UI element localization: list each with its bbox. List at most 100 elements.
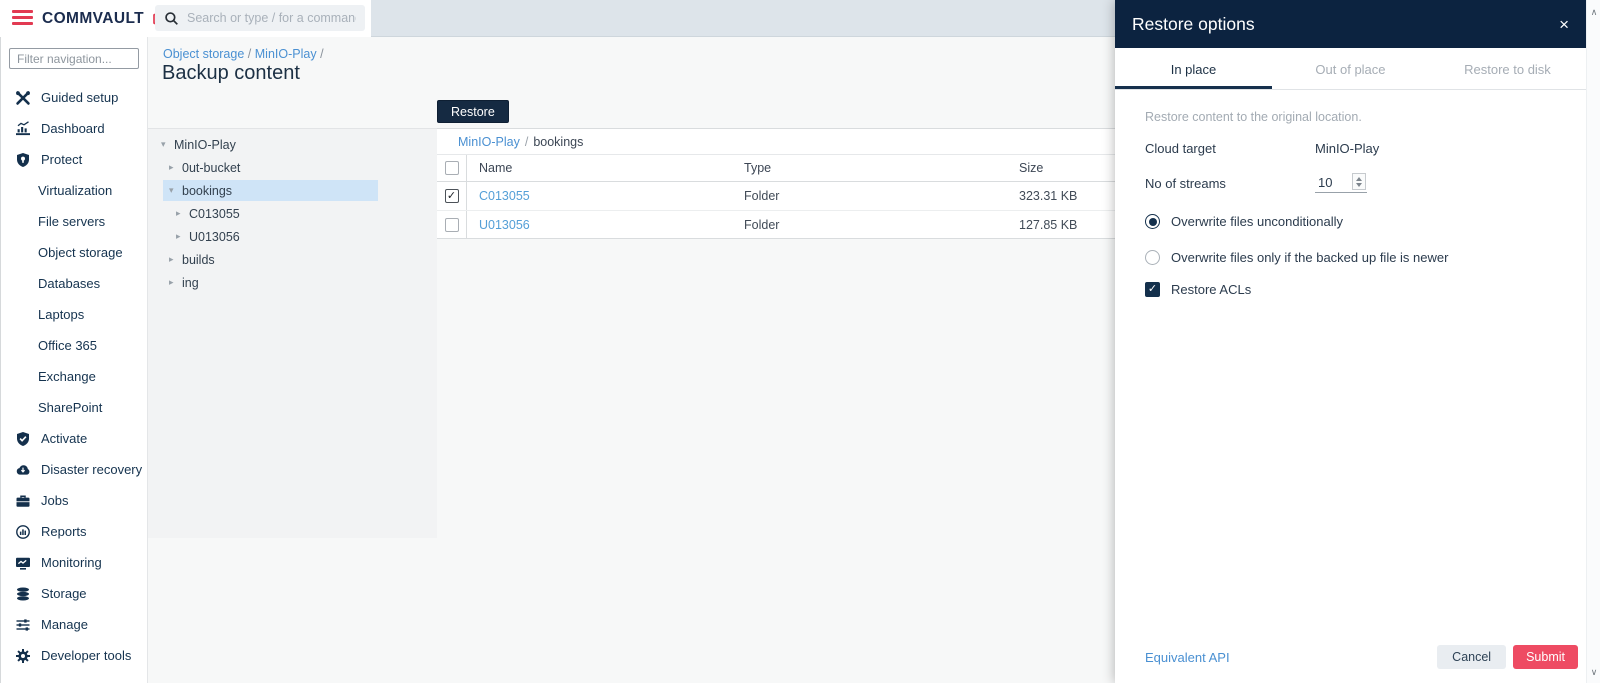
submit-button[interactable]: Submit: [1513, 645, 1578, 669]
bar-chart-icon: [14, 120, 31, 137]
global-search[interactable]: [155, 5, 365, 31]
tree-item-0ut-bucket[interactable]: ▸ 0ut-bucket: [148, 156, 437, 179]
sidebar-item-storage[interactable]: Storage: [1, 578, 147, 609]
hamburger-menu-icon[interactable]: [12, 10, 33, 26]
sidebar-item-guided-setup[interactable]: Guided setup: [1, 82, 147, 113]
sliders-icon: [14, 616, 31, 633]
tools-icon: [14, 89, 31, 106]
sidebar-item-label: SharePoint: [38, 400, 102, 415]
sidebar-item-label: Monitoring: [41, 555, 102, 570]
sidebar-item-label: File servers: [38, 214, 105, 229]
sidebar-item-label: Protect: [41, 152, 82, 167]
sidebar-item-protect[interactable]: Protect: [1, 144, 147, 175]
tree-item-builds[interactable]: ▸ builds: [148, 248, 437, 271]
chevron-down-icon[interactable]: ▾: [169, 185, 182, 196]
row-checkbox[interactable]: [445, 218, 459, 232]
tree-item-label: bookings: [182, 184, 232, 198]
number-stepper[interactable]: [1352, 173, 1366, 190]
restore-button[interactable]: Restore: [437, 100, 509, 123]
sidebar-item-jobs[interactable]: Jobs: [1, 485, 147, 516]
sidebar-item-virtualization[interactable]: Virtualization: [1, 175, 147, 206]
folder-link[interactable]: C013055: [479, 189, 530, 203]
chevron-right-icon[interactable]: ▸: [176, 208, 189, 219]
table-breadcrumb-minio-play[interactable]: MinIO-Play: [458, 135, 520, 149]
shield-icon: [14, 151, 31, 168]
sidebar-item-label: Virtualization: [38, 183, 112, 198]
checked-checkbox-icon[interactable]: [1145, 282, 1160, 297]
scroll-down-icon[interactable]: ∨: [1587, 667, 1600, 678]
tree-item-bookings[interactable]: ▾ bookings: [148, 179, 437, 202]
cancel-button[interactable]: Cancel: [1437, 645, 1506, 669]
radio-unselected-icon[interactable]: [1145, 250, 1160, 265]
scroll-up-icon[interactable]: ∧: [1587, 7, 1600, 18]
panel-tabs: In place Out of place Restore to disk: [1115, 48, 1586, 90]
sidebar-item-sharepoint[interactable]: SharePoint: [1, 392, 147, 423]
equivalent-api-link[interactable]: Equivalent API: [1145, 650, 1230, 665]
tab-out-of-place[interactable]: Out of place: [1272, 48, 1429, 89]
sidebar-item-label: Disaster recovery: [41, 462, 142, 477]
chevron-down-icon[interactable]: ▾: [161, 139, 174, 150]
row-checkbox[interactable]: [445, 189, 459, 203]
panel-title: Restore options: [1132, 14, 1255, 35]
briefcase-icon: [14, 492, 31, 509]
breadcrumb: Object storage / MinIO-Play /: [163, 47, 324, 61]
sidebar-item-reports[interactable]: Reports: [1, 516, 147, 547]
streams-field: No of streams 10: [1145, 173, 1556, 193]
sidebar-item-label: Storage: [41, 586, 87, 601]
streams-value: 10: [1318, 175, 1332, 190]
monitor-icon: [14, 554, 31, 571]
sidebar-item-exchange[interactable]: Exchange: [1, 361, 147, 392]
sidebar-item-databases[interactable]: Databases: [1, 268, 147, 299]
close-icon[interactable]: ×: [1559, 16, 1569, 33]
radio-overwrite-unconditionally[interactable]: Overwrite files unconditionally: [1145, 214, 1556, 229]
search-input[interactable]: [187, 11, 356, 25]
brand: COMMVAULT: [42, 0, 170, 37]
tree-item-minio-play[interactable]: ▾ MinIO-Play: [148, 133, 437, 156]
chevron-right-icon[interactable]: ▸: [169, 254, 182, 265]
streams-input[interactable]: 10: [1315, 173, 1367, 193]
radio-overwrite-if-newer[interactable]: Overwrite files only if the backed up fi…: [1145, 250, 1556, 265]
sidebar-item-label: Office 365: [38, 338, 97, 353]
sidebar-item-developer-tools[interactable]: Developer tools: [1, 640, 147, 671]
filter-navigation-input[interactable]: [9, 48, 139, 69]
column-header-name[interactable]: Name: [467, 155, 744, 181]
radio-selected-icon[interactable]: [1145, 214, 1160, 229]
sidebar-item-office-365[interactable]: Office 365: [1, 330, 147, 361]
tab-restore-to-disk[interactable]: Restore to disk: [1429, 48, 1586, 89]
sidebar-item-activate[interactable]: Activate: [1, 423, 147, 454]
sidebar-item-label: Jobs: [41, 493, 68, 508]
sidebar-item-disaster-recovery[interactable]: Disaster recovery: [1, 454, 147, 485]
column-header-type[interactable]: Type: [744, 155, 1019, 181]
search-icon: [164, 11, 179, 26]
sidebar-item-dashboard[interactable]: Dashboard: [1, 113, 147, 144]
tree-item-ing[interactable]: ▸ ing: [148, 271, 437, 294]
sidebar-item-laptops[interactable]: Laptops: [1, 299, 147, 330]
restore-acls-option[interactable]: Restore ACLs: [1145, 282, 1556, 297]
sidebar-item-manage[interactable]: Manage: [1, 609, 147, 640]
chevron-right-icon[interactable]: ▸: [169, 162, 182, 173]
stepper-up-icon[interactable]: [1356, 177, 1362, 181]
panel-header: Restore options ×: [1115, 0, 1586, 48]
tab-in-place[interactable]: In place: [1115, 48, 1272, 89]
tree-item-u013056[interactable]: ▸ U013056: [148, 225, 437, 248]
breadcrumb-minio-play[interactable]: MinIO-Play: [255, 47, 317, 61]
restore-options-panel: Restore options × In place Out of place …: [1115, 0, 1586, 683]
select-all-cell: [437, 155, 467, 181]
shield-check-icon: [14, 430, 31, 447]
gear-icon: [14, 647, 31, 664]
sidebar-nav: Guided setup Dashboard: [1, 82, 147, 671]
checkbox-label: Restore ACLs: [1171, 282, 1251, 297]
breadcrumb-object-storage[interactable]: Object storage: [163, 47, 244, 61]
sidebar-item-monitoring[interactable]: Monitoring: [1, 547, 147, 578]
folder-link[interactable]: U013056: [479, 218, 530, 232]
tree-item-c013055[interactable]: ▸ C013055: [148, 202, 437, 225]
chevron-right-icon[interactable]: ▸: [169, 277, 182, 288]
row-type: Folder: [744, 211, 1019, 238]
chevron-right-icon[interactable]: ▸: [176, 231, 189, 242]
select-all-checkbox[interactable]: [445, 161, 459, 175]
sidebar-item-file-servers[interactable]: File servers: [1, 206, 147, 237]
stepper-down-icon[interactable]: [1356, 183, 1362, 187]
page-scrollbar[interactable]: ∧ ∨: [1586, 0, 1600, 683]
sidebar-item-object-storage[interactable]: Object storage: [1, 237, 147, 268]
breadcrumb-separator: /: [320, 47, 323, 61]
